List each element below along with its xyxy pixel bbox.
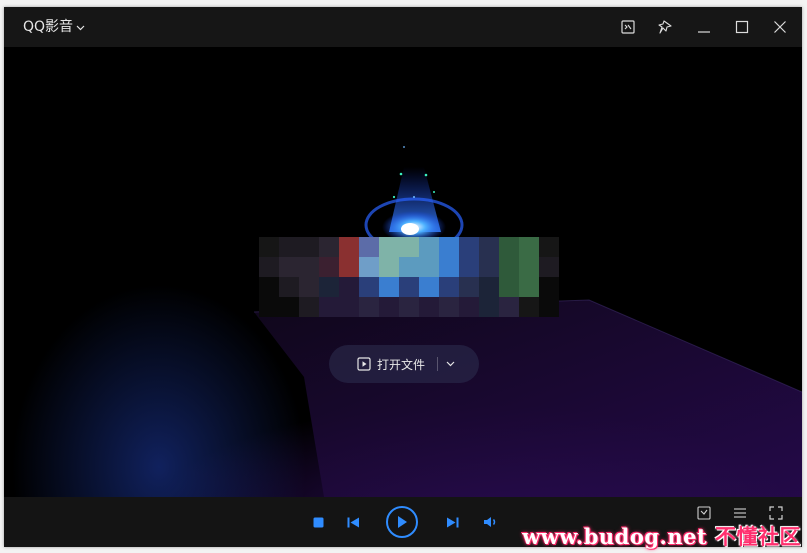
mosaic-cell — [479, 277, 499, 297]
app-menu[interactable]: QQ影音 — [23, 18, 85, 36]
toolbox-button[interactable] — [696, 505, 712, 521]
screenshot-icon[interactable] — [617, 16, 638, 37]
mosaic-cell — [419, 257, 439, 277]
title-bar: QQ影音 — [4, 7, 802, 47]
mosaic-cell — [279, 257, 299, 277]
mosaic-cell — [259, 257, 279, 277]
settings-icon — [734, 508, 746, 518]
mosaic-cell — [539, 297, 559, 317]
mosaic-cell — [519, 237, 539, 257]
watermark-latin: www.budog.net — [522, 524, 708, 549]
next-icon — [446, 517, 458, 527]
toolbox-icon — [697, 506, 711, 520]
mosaic-cell — [259, 297, 279, 317]
player-window: QQ影音 打开文件 — [4, 7, 802, 547]
mosaic-cell — [519, 257, 539, 277]
pixelated-logo-mosaic — [259, 237, 559, 317]
mosaic-cell — [499, 297, 519, 317]
mosaic-cell — [499, 237, 519, 257]
mosaic-cell — [519, 297, 539, 317]
chevron-down-icon — [76, 25, 85, 30]
mosaic-cell — [479, 237, 499, 257]
mosaic-cell — [319, 237, 339, 257]
mosaic-cell — [439, 297, 459, 317]
mosaic-cell — [339, 237, 359, 257]
settings-button[interactable] — [732, 505, 748, 521]
mosaic-cell — [419, 237, 439, 257]
mosaic-cell — [459, 297, 479, 317]
mosaic-cell — [519, 277, 539, 297]
pin-icon[interactable] — [655, 16, 676, 37]
mosaic-cell — [359, 237, 379, 257]
mosaic-cell — [379, 297, 399, 317]
open-file-label: 打开文件 — [377, 357, 426, 372]
video-file-icon — [357, 357, 371, 371]
mosaic-cell — [279, 277, 299, 297]
mosaic-cell — [439, 257, 459, 277]
play-button[interactable] — [386, 506, 418, 538]
next-button[interactable] — [444, 514, 460, 530]
mosaic-cell — [279, 297, 299, 317]
video-stage[interactable]: 打开文件 — [4, 47, 802, 497]
previous-button[interactable] — [345, 514, 361, 530]
mosaic-cell — [319, 257, 339, 277]
stop-button[interactable] — [310, 514, 326, 530]
mosaic-cell — [439, 277, 459, 297]
mosaic-cell — [379, 257, 399, 277]
mosaic-cell — [399, 297, 419, 317]
mosaic-cell — [379, 237, 399, 257]
open-file-dropdown[interactable] — [446, 361, 455, 367]
mosaic-cell — [419, 277, 439, 297]
mosaic-cell — [459, 277, 479, 297]
fullscreen-icon — [769, 506, 783, 520]
play-icon — [398, 516, 407, 528]
mosaic-cell — [539, 257, 559, 277]
mosaic-cell — [499, 257, 519, 277]
mosaic-cell — [499, 277, 519, 297]
mosaic-cell — [359, 257, 379, 277]
mosaic-cell — [479, 297, 499, 317]
mosaic-cell — [479, 257, 499, 277]
mosaic-cell — [539, 237, 559, 257]
open-file-control: 打开文件 — [329, 345, 479, 383]
divider — [437, 357, 439, 371]
mosaic-cell — [259, 277, 279, 297]
maximize-icon[interactable] — [731, 16, 752, 37]
mosaic-cell — [299, 297, 319, 317]
mosaic-cell — [339, 297, 359, 317]
chevron-down-icon — [446, 361, 455, 367]
previous-icon — [347, 517, 359, 527]
mosaic-cell — [299, 277, 319, 297]
mosaic-cell — [359, 277, 379, 297]
minimize-icon[interactable] — [693, 16, 714, 37]
mosaic-cell — [379, 277, 399, 297]
stop-icon — [313, 517, 323, 527]
app-name-label: QQ影音 — [23, 19, 74, 35]
watermark-chinese: 不懂社区 — [715, 524, 801, 549]
mosaic-cell — [319, 277, 339, 297]
mosaic-cell — [419, 297, 439, 317]
mosaic-cell — [319, 297, 339, 317]
volume-button[interactable] — [482, 514, 500, 530]
volume-icon — [484, 517, 496, 527]
fullscreen-button[interactable] — [768, 505, 784, 521]
open-file-button[interactable]: 打开文件 — [357, 356, 425, 373]
mosaic-cell — [299, 237, 319, 257]
mosaic-cell — [259, 237, 279, 257]
mosaic-cell — [279, 237, 299, 257]
mosaic-cell — [399, 277, 419, 297]
mosaic-cell — [439, 237, 459, 257]
watermark: www.budog.net 不懂社区 — [522, 521, 801, 551]
close-icon[interactable] — [769, 16, 790, 37]
mosaic-cell — [459, 237, 479, 257]
mosaic-cell — [459, 257, 479, 277]
mosaic-cell — [339, 257, 359, 277]
mosaic-cell — [399, 237, 419, 257]
mosaic-cell — [299, 257, 319, 277]
mosaic-cell — [399, 257, 419, 277]
mosaic-cell — [359, 297, 379, 317]
mosaic-cell — [339, 277, 359, 297]
mosaic-cell — [539, 277, 559, 297]
